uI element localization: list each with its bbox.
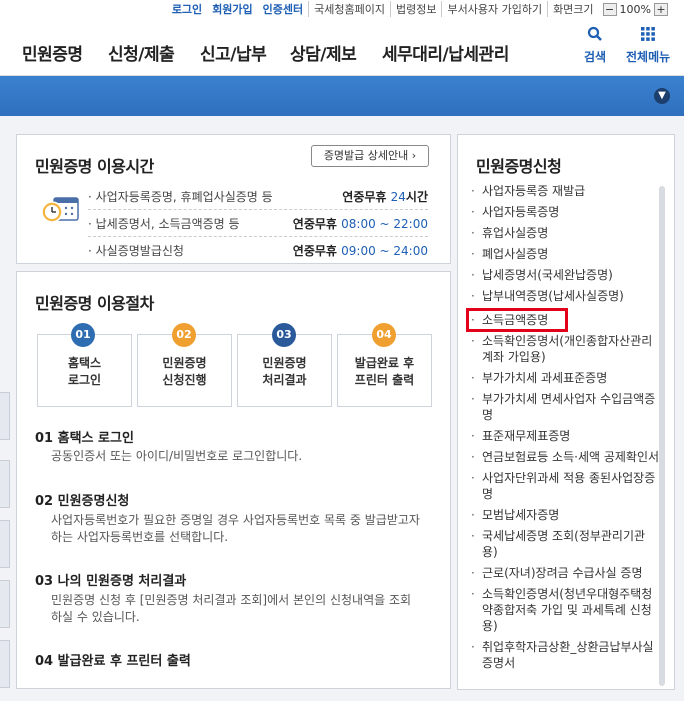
list-item[interactable]: 납부내역증명(납세사실증명)	[470, 288, 660, 304]
list-item[interactable]: 표준재무제표증명	[470, 428, 660, 444]
divider	[88, 236, 428, 237]
section-title: 04 발급완료 후 프린터 출력	[35, 654, 191, 669]
list-item[interactable]: 소득확인증명서(개인종합자산관리계좌 가입용)	[470, 333, 660, 365]
nav-application[interactable]: 신청/제출	[108, 40, 175, 65]
left-edge-tab[interactable]	[0, 392, 10, 440]
hours-row: · 사실증명발급신청 연중무휴 09:00 ~ 24:00	[88, 244, 428, 258]
sidebar-title: 민원증명신청	[476, 157, 562, 176]
clock-calendar-icon	[40, 192, 80, 232]
hours-row-value: 09:00 ~ 24:00	[341, 244, 428, 258]
list-item[interactable]: 연금보험료등 소득·세액 공제확인서	[470, 449, 660, 465]
list-item[interactable]: 부가가치세 면세사업자 수입금액증명	[470, 391, 660, 423]
list-item[interactable]: 국세납세증명 조회(정부관리기관용)	[470, 528, 660, 560]
law-info-link[interactable]: 법령정보	[390, 1, 441, 17]
step-badge: 02	[172, 323, 196, 347]
dept-user-signup-link[interactable]: 부서사용자 가입하기	[441, 1, 547, 17]
section-desc: 사업자등록번호가 필요한 증명일 경우 사업자등록번호 목록 중 발급받고자 하…	[51, 513, 420, 544]
all-menu-button[interactable]: 전체메뉴	[626, 26, 670, 65]
cert-center-link[interactable]: 인증센터	[263, 1, 303, 17]
nav-civil-certificate[interactable]: 민원증명	[22, 40, 83, 65]
nav-tax-agent[interactable]: 세무대리/납세관리	[382, 40, 509, 65]
list-item[interactable]: 납세증명서(국세완납증명)	[470, 267, 660, 283]
list-item[interactable]: 모범납세자증명	[470, 507, 660, 523]
procedure-title: 민원증명 이용절차	[35, 294, 154, 313]
section-desc: 공동인증서 또는 아이디/비밀번호로 로그인합니다.	[51, 449, 303, 463]
section-title: 01 홈택스 로그인	[35, 431, 134, 446]
chevron-down-icon[interactable]: ▼	[654, 88, 670, 104]
step-badge: 01	[71, 323, 95, 347]
signup-link[interactable]: 회원가입	[212, 1, 252, 17]
certificate-list: 사업자등록증 재발급 사업자등록증명 휴업사실증명 폐업사실증명 납세증명서(국…	[465, 183, 660, 676]
section-title: 03 나의 민원증명 처리결과	[35, 574, 187, 589]
hours-row-value: 08:00 ~ 22:00	[341, 217, 428, 231]
left-edge-tab[interactable]	[0, 640, 10, 688]
divider	[88, 209, 428, 210]
list-item[interactable]: 사업자단위과세 적용 종된사업장증명	[470, 470, 660, 502]
grid-menu-icon	[626, 26, 670, 48]
zoom-control: − 100% +	[602, 2, 668, 16]
list-item[interactable]: 취업후학자금상환_상환금납부사실증명서	[470, 639, 660, 671]
nav-consult[interactable]: 상담/제보	[290, 40, 357, 65]
list-item[interactable]: 사업자등록증명	[470, 204, 660, 220]
list-item[interactable]: 부가가치세 과세표준증명	[470, 370, 660, 386]
nav-report-payment[interactable]: 신고/납부	[200, 40, 267, 65]
search-icon	[584, 26, 606, 48]
list-item[interactable]: 폐업사실증명	[470, 246, 660, 262]
step-badge: 04	[372, 323, 396, 347]
login-link[interactable]: 로그인	[172, 1, 202, 17]
left-edge-tab[interactable]	[0, 580, 10, 628]
hours-row-label: 납세증명서, 소득금액증명 등	[95, 217, 240, 231]
step-badge: 03	[272, 323, 296, 347]
search-label: 검색	[584, 50, 607, 64]
hours-row-label: 사업자등록증명, 휴폐업사실증명 등	[95, 190, 273, 204]
nts-homepage-link[interactable]: 국세청홈페이지	[308, 1, 390, 17]
hours-row: · 사업자등록증명, 휴폐업사실증명 등 연중무휴 24시간	[88, 190, 428, 204]
hours-row: · 납세증명서, 소득금액증명 등 연중무휴 08:00 ~ 22:00	[88, 217, 428, 231]
utility-bar: 로그인 회원가입 인증센터 국세청홈페이지 법령정보 부서사용자 가입하기 화면…	[0, 0, 684, 18]
main-nav: 민원증명 신청/제출 신고/납부 상담/제보 세무대리/납세관리 검색 전체메뉴	[0, 18, 684, 76]
zoom-out-button[interactable]: −	[602, 2, 617, 16]
detail-info-button[interactable]: 증명발급 상세안내 ›	[311, 145, 429, 167]
left-edge-tab[interactable]	[0, 460, 10, 508]
list-item[interactable]: 휴업사실증명	[470, 225, 660, 241]
list-item[interactable]: 소득확인증명서(청년우대형주택청약종합저축 가입 및 과세특례 신청용)	[470, 586, 660, 634]
left-edge-tab[interactable]	[0, 520, 10, 568]
hours-row-label: 사실증명발급신청	[95, 244, 184, 258]
hours-title: 민원증명 이용시간	[35, 157, 154, 176]
zoom-in-button[interactable]: +	[654, 2, 668, 16]
search-button[interactable]: 검색	[584, 26, 606, 65]
zoom-value: 100%	[619, 2, 651, 16]
all-menu-label: 전체메뉴	[626, 50, 671, 64]
zoom-label: 화면크기	[547, 1, 598, 17]
list-item-income-amount-highlighted[interactable]: 소득금액증명	[465, 308, 569, 332]
list-item[interactable]: 사업자등록증 재발급	[470, 183, 660, 199]
list-item[interactable]: 근로(자녀)장려금 수급사실 증명	[470, 565, 660, 581]
sub-menu-band: ▼	[0, 76, 684, 116]
hours-row-value: 24	[390, 190, 406, 204]
section-title: 02 민원증명신청	[35, 494, 130, 509]
section-desc: 민원증명 신청 후 [민원증명 처리결과 조회]에서 본인의 신청내역을 조회하…	[51, 593, 412, 624]
